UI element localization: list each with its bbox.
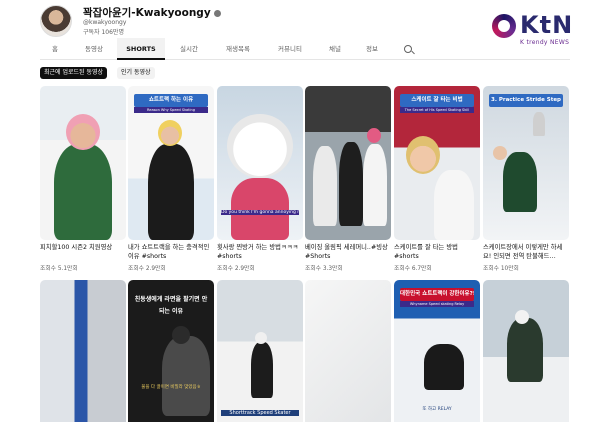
short-card[interactable]: Shorttrack Speed Skater (217, 280, 303, 422)
short-views: 조회수 6.7만회 (394, 266, 432, 272)
tab-community[interactable]: 커뮤니티 (270, 38, 310, 60)
channel-avatar[interactable] (40, 5, 72, 37)
thumbnail-banner: 친동생에게 라면을 팔기면 안되는 이유 (134, 296, 208, 315)
short-thumbnail[interactable] (483, 280, 569, 422)
person-head (406, 136, 440, 174)
tab-channels[interactable]: 채널 (320, 38, 350, 60)
thumbnail-subtitle: Whyname Speed skating Relay (400, 301, 474, 307)
person-figure (424, 344, 464, 390)
tab-playlists[interactable]: 재생목록 (218, 38, 258, 60)
short-views: 조회수 10만회 (483, 266, 519, 272)
thumbnail-caption: 물을 다 끓이면 비밀라 맞았음ㅎ (141, 385, 201, 390)
search-icon[interactable] (404, 45, 412, 53)
short-title[interactable]: 베이징 올림픽 세레머니..#빙상 #Shorts (305, 243, 391, 261)
person-head (158, 120, 182, 146)
person-figure (503, 152, 537, 212)
tab-home[interactable]: 홈 (40, 38, 70, 60)
person-head (367, 128, 381, 143)
channel-name[interactable]: 꽉잡아윤기-Kwakyoongy (83, 5, 221, 20)
person-figure (251, 342, 273, 398)
thumbnail-subtitle: Reason Why Speed Skating (134, 107, 208, 113)
thumbnail-subtitle: The Secret of His Speed Skating Skill (400, 107, 474, 113)
short-card[interactable]: Do you think I'm gonna annoying me? 횟사랑 … (217, 86, 303, 272)
channel-handle: @kwakyoongy (83, 19, 127, 26)
thumbnail-caption: Shorttrack Speed Skater (221, 410, 299, 416)
person-head (493, 146, 507, 160)
short-card[interactable]: 베이징 올림픽 세레머니..#빙상 #Shorts 조회수 3.3만회 (305, 86, 391, 272)
person-head (172, 326, 190, 344)
swirl-icon (492, 14, 516, 38)
person-head (66, 114, 100, 150)
short-title[interactable]: 횟사랑 찐방거 하는 방법ㅋㅋㅋ #shorts (217, 243, 303, 261)
short-thumbnail[interactable]: 친동생에게 라면을 팔기면 안되는 이유 물을 다 끓이면 비밀라 맞았음ㅎ (128, 280, 214, 422)
short-thumbnail[interactable]: 스케이트 잘 타는 비법 The Secret of His Speed Ska… (394, 86, 480, 240)
tab-videos[interactable]: 동영상 (74, 38, 114, 60)
short-thumbnail[interactable]: Shorttrack Speed Skater (217, 280, 303, 422)
thumbnail-banner: 3. Practice Stride Step (489, 94, 563, 107)
thumbnail-caption: 또 하고 RELAY (422, 407, 452, 412)
person-figure (339, 142, 363, 226)
person-figure (363, 144, 387, 226)
short-thumbnail[interactable]: 대한민국 쇼트트랙이 강한이유?! Whyname Speed skating … (394, 280, 480, 422)
short-title[interactable]: 피치할100 시즌2 치원영상 (40, 243, 126, 261)
subscriber-count: 구독자 106만명 (83, 29, 124, 36)
person-figure (434, 170, 474, 240)
short-thumbnail[interactable]: Do you think I'm gonna annoying me? (217, 86, 303, 240)
tab-live[interactable]: 실시간 (172, 38, 206, 60)
short-views: 조회수 2.9만회 (128, 266, 166, 272)
short-title[interactable]: 스케이트를 잘 타는 방법 #shorts (394, 243, 480, 261)
short-thumbnail[interactable] (40, 86, 126, 240)
chip-recent[interactable]: 최근에 업로드된 동영상 (40, 67, 108, 79)
chip-popular[interactable]: 인기 동영상 (117, 67, 155, 79)
thumbnail-banner: 대한민국 쇼트트랙이 강한이유?! (400, 288, 474, 301)
short-card[interactable]: 피치할100 시즌2 치원영상 조회수 5.1만회 (40, 86, 126, 272)
person-figure (533, 112, 545, 136)
thumbnail-banner: 쇼트트랙 하는 이유 (134, 94, 208, 107)
short-card[interactable]: 쇼트트랙 하는 이유 Reason Why Speed Skating 내가 쇼… (128, 86, 214, 272)
short-card[interactable] (483, 280, 569, 422)
person-figure (507, 318, 543, 382)
logo-text: KtN (520, 11, 574, 39)
thumbnail-banner: 스케이트 잘 타는 비법 (400, 94, 474, 107)
short-title[interactable]: 스케이트장에서 이렇게만 하세요! 인되면 전역 탄불해드… (483, 243, 569, 261)
short-views: 조회수 2.9만회 (217, 266, 255, 272)
short-card[interactable] (40, 280, 126, 422)
person-figure (54, 144, 112, 240)
thumbnail-caption: Do you think I'm gonna annoying me? (221, 210, 299, 215)
short-views: 조회수 3.3만회 (305, 266, 343, 272)
person-figure (231, 178, 289, 240)
person-figure (148, 144, 194, 240)
short-thumbnail[interactable] (305, 280, 391, 422)
short-card[interactable] (305, 280, 391, 422)
short-thumbnail[interactable] (305, 86, 391, 240)
tab-about[interactable]: 정보 (358, 38, 386, 60)
short-card[interactable]: 친동생에게 라면을 팔기면 안되는 이유 물을 다 끓이면 비밀라 맞았음ㅎ (128, 280, 214, 422)
short-card[interactable]: 3. Practice Stride Step 스케이트장에서 이렇게만 하세요… (483, 86, 569, 272)
person-figure (313, 146, 337, 226)
short-card[interactable]: 스케이트 잘 타는 비법 The Secret of His Speed Ska… (394, 86, 480, 272)
short-thumbnail[interactable]: 쇼트트랙 하는 이유 Reason Why Speed Skating (128, 86, 214, 240)
channel-tabs: 홈 동영상 SHORTS 실시간 재생목록 커뮤니티 채널 정보 (40, 38, 570, 60)
tab-shorts[interactable]: SHORTS (117, 38, 165, 60)
verified-icon (213, 9, 221, 17)
person-head (255, 332, 267, 344)
short-card[interactable]: 대한민국 쇼트트랙이 강한이유?! Whyname Speed skating … (394, 280, 480, 422)
person-head (515, 310, 529, 324)
short-thumbnail[interactable]: 3. Practice Stride Step (483, 86, 569, 240)
short-views: 조회수 5.1만회 (40, 266, 78, 272)
channel-name-text: 꽉잡아윤기-Kwakyoongy (83, 7, 211, 19)
helmet-head (227, 114, 293, 178)
short-title[interactable]: 내가 쇼트트랙을 하는 충격적인 이유 #shorts (128, 243, 214, 261)
short-thumbnail[interactable] (40, 280, 126, 422)
person-figure (162, 336, 210, 416)
